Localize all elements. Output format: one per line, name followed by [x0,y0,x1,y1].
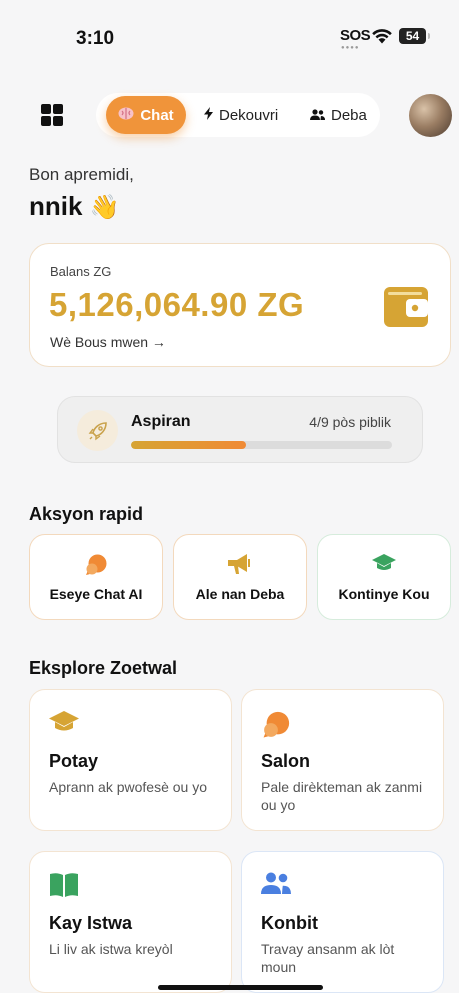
level-name: Aspiran [131,413,191,430]
level-count: 4/9 pòs piblik [309,414,391,430]
level-progress-card[interactable]: Aspiran 4/9 pòs piblik [57,396,423,463]
top-nav: Chat Dekouvri Deba [96,93,380,137]
rocket-icon [77,410,118,451]
user-name: nnik [29,191,83,221]
status-time: 3:10 [76,28,115,49]
tab-dekouvri[interactable]: Dekouvri [204,93,278,137]
greeting-text: Bon apremidi, [29,165,134,184]
graduation-cap-icon [49,710,79,739]
explore-title: Eksplore Zoetwal [29,658,178,678]
quick-action-course[interactable]: Kontinye Kou [317,534,451,620]
tab-chat[interactable]: Chat [106,96,186,134]
level-progress-bar [131,441,392,449]
balance-amount: 5,126,064.90 ZG [49,286,305,323]
avatar[interactable] [409,94,452,137]
wallet-link[interactable]: Wè Bous mwen → [50,334,166,350]
lightning-icon [204,107,213,123]
explore-card-kay-istwa[interactable]: Kay Istwa Li liv ak istwa kreyòl [29,851,232,993]
wallet-icon [384,287,428,327]
wave-emoji: 👋 [89,194,120,221]
explore-card-desc: Aprann ak pwofesè ou yo [49,779,207,795]
brain-icon [118,107,134,123]
tab-deba[interactable]: Deba [310,93,367,137]
quick-action-label: Kontinye Kou [338,586,430,602]
chat-bubble-icon [261,710,291,745]
balance-label: Balans ZG [50,264,112,279]
tab-deba-label: Deba [331,106,367,124]
tab-dekouvri-label: Dekouvri [219,106,279,124]
explore-card-title: Kay Istwa [49,913,133,933]
people-icon [310,108,325,123]
tab-chat-label: Chat [140,106,174,124]
explore-card-title: Konbit [261,913,318,933]
megaphone-icon [174,553,306,575]
grid-menu-icon[interactable] [40,103,64,127]
home-indicator [158,985,323,990]
quick-action-label: Eseye Chat AI [49,586,143,602]
explore-card-salon[interactable]: Salon Pale dirèkteman ak zanmi ou yo [241,689,444,831]
battery-level: 54 [405,29,420,43]
user-name-heading: nnik 👋 [29,191,120,222]
explore-card-title: Salon [261,751,311,771]
explore-card-desc: Pale dirèkteman ak zanmi ou yo [261,779,423,813]
explore-card-desc: Travay ansanm ak lòt moun [261,941,395,975]
level-progress-fill [131,441,246,449]
balance-card[interactable]: Balans ZG 5,126,064.90 ZG Wè Bous mwen → [29,243,451,367]
people-icon [261,872,291,899]
quick-action-label: Ale nan Deba [195,586,285,602]
status-bar: 3:10 SOS ●●●● 54 [0,0,459,70]
explore-card-title: Potay [49,751,99,771]
quick-action-debate[interactable]: Ale nan Deba [173,534,307,620]
wifi-icon [372,29,392,44]
battery-indicator: 54 [399,28,426,44]
sos-indicator: SOS [340,27,371,44]
battery-tip [428,33,430,39]
chat-bubble-icon [30,553,162,577]
signal-dots: ●●●● [341,45,360,51]
quick-actions-title: Aksyon rapid [29,504,144,524]
explore-card-konbit[interactable]: Konbit Travay ansanm ak lòt moun [241,851,444,993]
explore-card-desc: Li liv ak istwa kreyòl [49,941,173,957]
book-icon [49,872,79,903]
explore-card-potay[interactable]: Potay Aprann ak pwofesè ou yo [29,689,232,831]
graduation-cap-icon [318,553,450,573]
quick-action-chat-ai[interactable]: Eseye Chat AI [29,534,163,620]
